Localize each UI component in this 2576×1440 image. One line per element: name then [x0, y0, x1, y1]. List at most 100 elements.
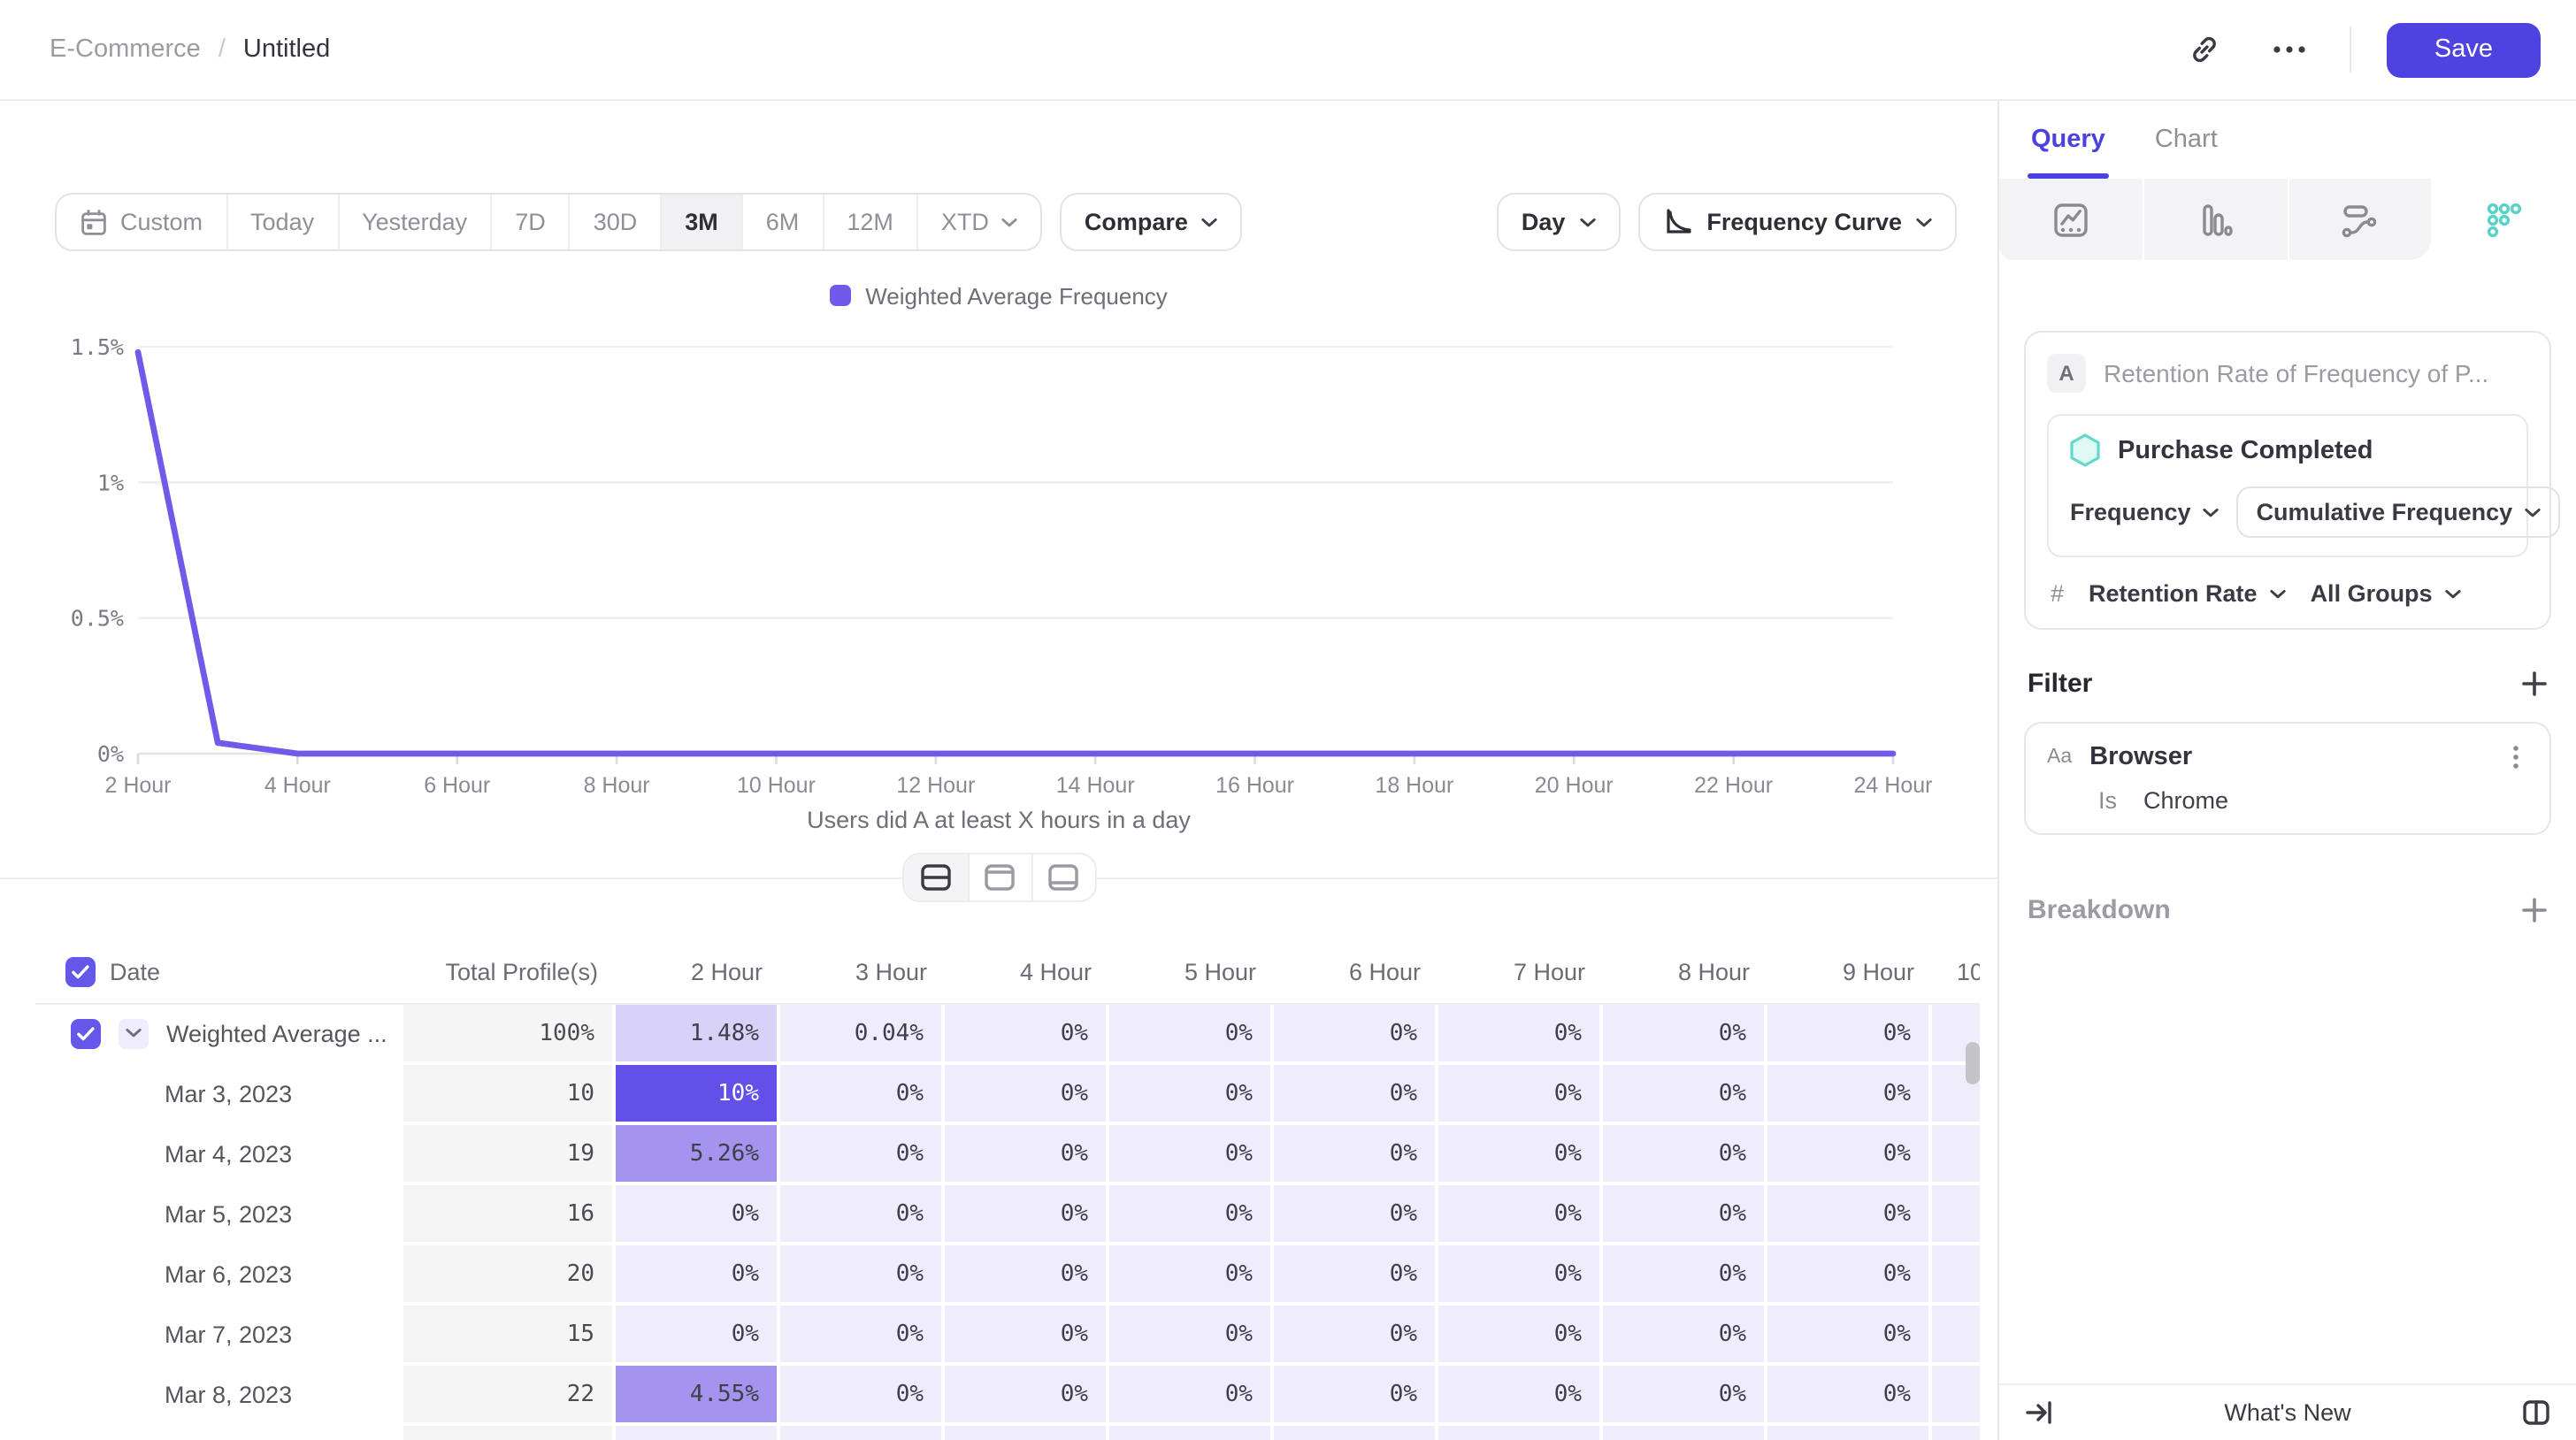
check-icon [76, 1025, 96, 1041]
value-cell: 0% [1603, 1306, 1767, 1366]
range-label: Custom [120, 209, 203, 235]
sidebar-footer: What's New [1999, 1383, 2576, 1440]
breadcrumb-project[interactable]: E-Commerce [50, 35, 201, 64]
chevron-down-icon [2525, 507, 2541, 517]
chart-legend[interactable]: Weighted Average Frequency [0, 280, 1997, 311]
tab-chart[interactable]: Chart [2155, 101, 2218, 179]
row-expander[interactable] [119, 1018, 149, 1048]
value-cell-clipped [1932, 1366, 1980, 1426]
total-profiles-cell: 16 [403, 1185, 616, 1245]
value-cell: 0% [1109, 1065, 1274, 1125]
total-profiles-cell: 10 [403, 1065, 616, 1125]
layout-chart-only-button[interactable] [967, 854, 1031, 900]
kebab-menu-icon[interactable] [2503, 743, 2528, 771]
column-header-label: Date [110, 959, 160, 985]
value-cell [1767, 1426, 1932, 1440]
metric-dropdown[interactable]: Retention Rate [2089, 580, 2286, 607]
frequency-mode-dropdown[interactable]: Cumulative Frequency [2237, 486, 2561, 538]
value-cell: 5.26% [616, 1125, 780, 1185]
add-filter-button[interactable] [2521, 670, 2548, 697]
chevron-down-icon [2445, 588, 2461, 599]
value-cell: 0% [1109, 1245, 1274, 1306]
retention-table: DateTotal Profile(s)2 Hour3 Hour4 Hour5 … [35, 941, 1980, 1440]
copy-link-button[interactable] [2180, 25, 2229, 74]
x-tick-label: 6 Hour [424, 773, 490, 798]
compare-button[interactable]: Compare [1060, 193, 1243, 251]
range-6m[interactable]: 6M [741, 195, 823, 249]
whats-new-link[interactable]: What's New [2054, 1399, 2521, 1426]
range-custom[interactable]: Custom [57, 195, 226, 249]
value-cell: 0% [1438, 1306, 1603, 1366]
vertical-scrollbar[interactable] [1966, 1042, 1980, 1084]
hash-icon: # [2051, 580, 2064, 607]
save-button[interactable]: Save [2387, 22, 2541, 77]
frequency-line-chart: 0%0.5%1%1.5%2 Hour4 Hour6 Hour8 Hour10 H… [35, 326, 1978, 803]
filter-value[interactable]: Chrome [2143, 787, 2228, 814]
value-cell: 0% [780, 1125, 945, 1185]
more-menu-button[interactable] [2265, 25, 2314, 74]
tab-query[interactable]: Query [2031, 101, 2105, 179]
x-axis-title: Users did A at least X hours in a day [0, 807, 1997, 835]
report-type-insights[interactable] [1999, 179, 2143, 260]
legend-swatch [830, 285, 851, 306]
value-cell [780, 1426, 945, 1440]
range-today[interactable]: Today [226, 195, 337, 249]
range-label: 12M [847, 209, 893, 235]
value-cell: 0% [1767, 1245, 1932, 1306]
column-header-2-hour: 2 Hour [616, 959, 780, 985]
step-title[interactable]: Retention Rate of Frequency of P... [2104, 359, 2488, 387]
y-tick-label: 1% [97, 470, 124, 495]
x-tick-label: 22 Hour [1694, 773, 1773, 798]
range-3m[interactable]: 3M [660, 195, 741, 249]
row-checkbox[interactable] [71, 1018, 101, 1048]
layout-table-only-button[interactable] [1031, 854, 1094, 900]
split-panel-icon[interactable] [2521, 1398, 2551, 1428]
calendar-icon [80, 208, 108, 236]
value-cell: 0% [780, 1306, 945, 1366]
range-yesterday[interactable]: Yesterday [337, 195, 490, 249]
chart-type-dropdown[interactable]: Frequency Curve [1637, 193, 1957, 251]
report-type-funnels[interactable] [2143, 179, 2288, 260]
report-title[interactable]: Untitled [243, 35, 330, 64]
row-label: Mar 3, 2023 [35, 1080, 292, 1107]
granularity-dropdown[interactable]: Day [1497, 193, 1621, 251]
x-tick-label: 4 Hour [264, 773, 331, 798]
frequency-curve-icon [1662, 207, 1692, 237]
layout-split-view-button[interactable] [903, 854, 967, 900]
query-sidebar: Query Chart [1997, 101, 2576, 1440]
value-cell: 0% [1109, 1306, 1274, 1366]
chevron-down-icon [1579, 217, 1595, 227]
frequency-line-series[interactable] [138, 352, 1893, 754]
value-cell: 0% [945, 1065, 1109, 1125]
frequency-dropdown[interactable]: Frequency [2070, 499, 2220, 525]
event-selector[interactable]: Purchase Completed [2070, 433, 2505, 467]
value-cell: 0% [780, 1065, 945, 1125]
value-cell: 0% [1109, 1125, 1274, 1185]
range-xtd[interactable]: XTD [916, 195, 1040, 249]
value-cell: 0% [1438, 1065, 1603, 1125]
report-type-retention[interactable] [2432, 179, 2576, 260]
value-cell: 0% [1767, 1366, 1932, 1426]
value-cell: 0% [1767, 1306, 1932, 1366]
table-row-partial [35, 1426, 1980, 1440]
filter-property[interactable]: Browser [2089, 743, 2486, 771]
value-cell: 0% [780, 1366, 945, 1426]
chart-toolbar: Custom TodayYesterday7D30D3M6M 12M XTD Comp… [55, 193, 1957, 251]
range-30d[interactable]: 30D [569, 195, 661, 249]
groups-dropdown[interactable]: All Groups [2311, 580, 2461, 607]
table-row: Mar 5, 2023160%0%0%0%0%0%0%0% [35, 1185, 1980, 1245]
range-7d[interactable]: 7D [490, 195, 569, 249]
total-profiles-cell: 20 [403, 1245, 616, 1306]
report-type-flows[interactable] [2287, 179, 2432, 260]
row-label: Mar 6, 2023 [35, 1260, 292, 1287]
value-cell: 0% [1109, 1366, 1274, 1426]
y-tick-label: 0.5% [71, 606, 124, 632]
range-12m[interactable]: 12M [822, 195, 916, 249]
filter-operator[interactable]: Is [2098, 787, 2117, 814]
add-breakdown-button[interactable] [2521, 897, 2548, 923]
date-cell: Mar 6, 2023 [35, 1245, 403, 1306]
select-all-checkbox[interactable] [65, 957, 96, 987]
value-cell: 0% [1603, 1065, 1767, 1125]
value-cell [1438, 1426, 1603, 1440]
collapse-sidebar-icon[interactable] [2024, 1398, 2054, 1428]
